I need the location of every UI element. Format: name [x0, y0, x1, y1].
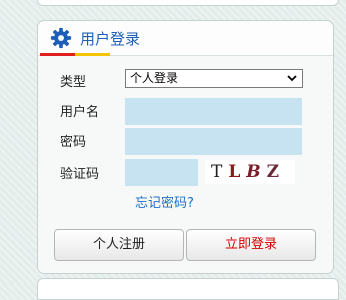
username-input[interactable] [125, 98, 302, 125]
captcha-label: 验证码 [60, 167, 100, 182]
captcha-char: Z [266, 162, 286, 182]
panel-title: 用户登录 [80, 30, 141, 48]
gear-icon [50, 27, 72, 49]
captcha-char: L [228, 162, 247, 182]
type-label: 类型 [60, 75, 87, 90]
login-panel: 用户登录 类型 个人登录 用户名 密码 验证码 TLBZ 忘记密码? 个人注册 … [37, 20, 334, 274]
captcha-char: B [246, 162, 267, 182]
login-type-select[interactable]: 个人登录 [125, 69, 303, 88]
chevron-down-icon [287, 75, 297, 82]
next-panel-edge [37, 278, 339, 300]
password-label: 密码 [60, 135, 87, 150]
captcha-image[interactable]: TLBZ [205, 160, 295, 184]
panel-header: 用户登录 [38, 21, 333, 56]
forgot-password-link[interactable]: 忘记密码? [135, 192, 194, 211]
register-button[interactable]: 个人注册 [54, 229, 184, 261]
username-label: 用户名 [60, 105, 100, 120]
captcha-input[interactable] [125, 159, 198, 186]
password-input[interactable] [125, 128, 302, 155]
login-button[interactable]: 立即登录 [186, 229, 316, 261]
captcha-char: T [211, 162, 229, 182]
header-accent-bar [40, 53, 110, 56]
top-panel-edge [37, 0, 339, 6]
login-type-value: 个人登录 [130, 71, 179, 85]
